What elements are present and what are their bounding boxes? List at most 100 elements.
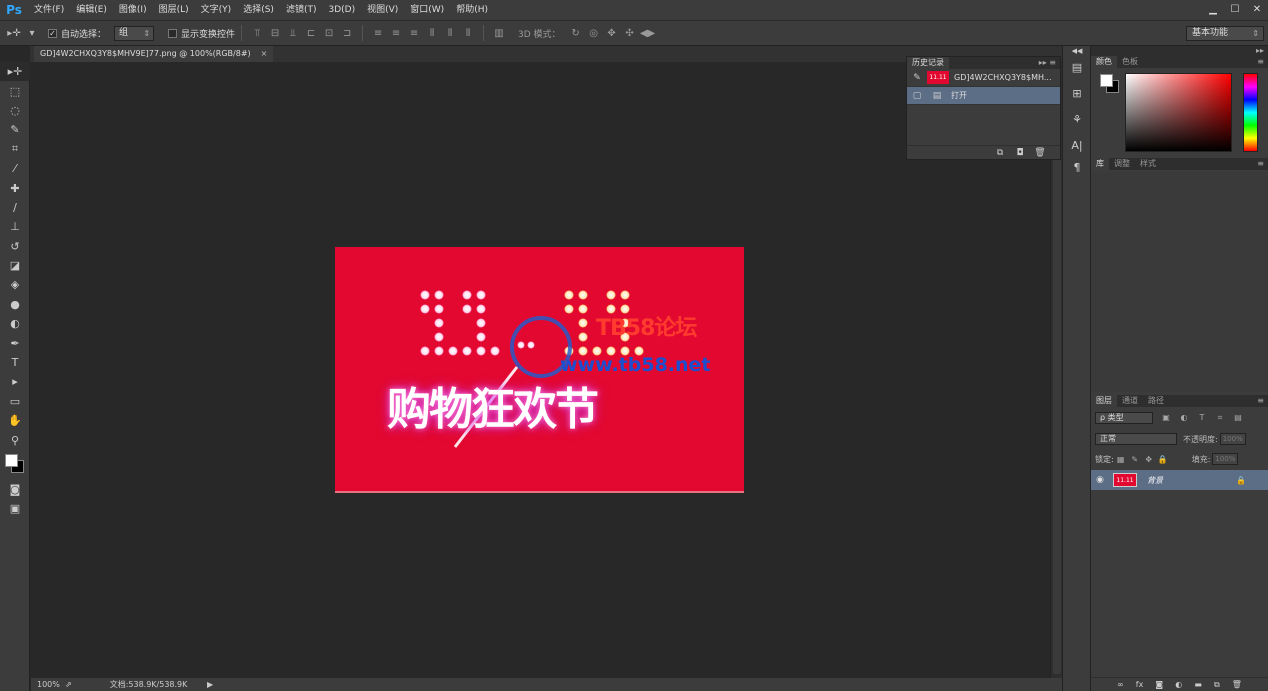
new-document-from-state-icon[interactable]: ⧉ — [990, 148, 1010, 158]
screen-mode-icon[interactable]: ▣ — [0, 499, 30, 518]
crop-tool-icon[interactable]: ⌗ — [0, 140, 30, 159]
brushes-panel-icon[interactable]: ⚘ — [1063, 108, 1091, 130]
lock-all-icon[interactable]: 🔒 — [1156, 455, 1170, 464]
tab-channels[interactable]: 通道 — [1117, 395, 1143, 407]
distribute-bottom-icon[interactable]: ≡ — [405, 25, 423, 41]
add-mask-icon[interactable]: ◙ — [1155, 680, 1163, 689]
align-vcenter-icon[interactable]: ⊟ — [266, 25, 284, 41]
panel-menu-icon[interactable]: ≡ — [1257, 158, 1264, 170]
collapse-icon[interactable]: ▸▸ — [1256, 46, 1264, 56]
3d-rotate-icon[interactable]: ↻ — [567, 25, 585, 41]
type-tool-icon[interactable]: T — [0, 353, 30, 372]
layer-name[interactable]: 背景 — [1147, 475, 1163, 486]
tab-adjustments[interactable]: 调整 — [1109, 158, 1135, 170]
lock-transparent-icon[interactable]: ▦ — [1114, 455, 1128, 464]
auto-select-target-select[interactable]: 组 — [114, 25, 155, 41]
fill-field[interactable]: 100% — [1212, 453, 1239, 465]
menu-window[interactable]: 窗口(W) — [404, 0, 450, 20]
eraser-tool-icon[interactable]: ◪ — [0, 256, 30, 275]
eyedropper-tool-icon[interactable]: ⁄ — [0, 159, 30, 178]
menu-image[interactable]: 图像(I) — [113, 0, 153, 20]
show-transform-checkbox[interactable]: 显示变换控件 — [168, 27, 235, 40]
properties-panel-icon[interactable]: ⊞ — [1063, 82, 1091, 104]
new-group-icon[interactable]: ▬ — [1194, 680, 1202, 689]
brush-tool-icon[interactable]: ∕ — [0, 198, 30, 217]
paragraph-panel-icon[interactable]: ¶ — [1063, 156, 1091, 178]
zoom-tool-icon[interactable]: ⚲ — [0, 430, 30, 449]
foreground-color-swatch[interactable] — [5, 453, 18, 467]
camera-icon[interactable]: ◘ — [1010, 148, 1030, 158]
history-panel-icon[interactable]: ▤ — [1063, 56, 1091, 78]
layer-kind-select[interactable]: ρ 类型 — [1095, 412, 1153, 424]
status-menu-arrow[interactable]: ▶ — [207, 680, 213, 689]
history-snapshot[interactable]: ✎ 11.11 GD]4W2CHXQ3Y8$MH... — [907, 69, 1060, 87]
link-layers-icon[interactable]: ∞ — [1117, 680, 1124, 689]
align-top-icon[interactable]: ⫪ — [248, 25, 266, 41]
state-checkbox[interactable]: ▢ — [911, 90, 923, 102]
align-left-icon[interactable]: ⊏ — [302, 25, 320, 41]
filter-shape-icon[interactable]: ⌗ — [1215, 413, 1225, 423]
menu-type[interactable]: 文字(Y) — [195, 0, 238, 20]
adjustment-layer-icon[interactable]: ◐ — [1175, 680, 1182, 689]
layer-row[interactable]: ◉ 11.11 背景 🔒 — [1091, 470, 1268, 490]
history-state[interactable]: ▢ ▤ 打开 — [907, 87, 1060, 105]
menu-help[interactable]: 帮助(H) — [450, 0, 494, 20]
zoom-level[interactable]: 100% — [31, 680, 65, 689]
paint-bucket-tool-icon[interactable]: ◈ — [0, 275, 30, 294]
close-window-button[interactable]: ✕ — [1246, 0, 1268, 18]
tab-layers[interactable]: 图层 — [1091, 395, 1117, 407]
share-icon[interactable]: ⇗ — [65, 680, 72, 689]
menu-filter[interactable]: 滤镜(T) — [280, 0, 323, 20]
document-tab[interactable]: GD]4W2CHXQ3Y8$MHV9E]77.png @ 100%(RGB/8#… — [34, 46, 274, 62]
3d-roll-icon[interactable]: ◎ — [585, 25, 603, 41]
distribute-top-icon[interactable]: ≡ — [369, 25, 387, 41]
clone-stamp-tool-icon[interactable]: ⊥ — [0, 217, 30, 236]
quick-mask-icon[interactable]: ◙ — [0, 480, 30, 499]
pen-tool-icon[interactable]: ✒ — [0, 333, 30, 352]
auto-select-checkbox[interactable]: ✓ 自动选择： — [48, 27, 106, 40]
3d-pan-icon[interactable]: ✥ — [603, 25, 621, 41]
3d-slide-icon[interactable]: ✣ — [621, 25, 639, 41]
hand-tool-icon[interactable]: ✋ — [0, 411, 30, 430]
filter-pixel-icon[interactable]: ▣ — [1161, 413, 1171, 423]
menu-layer[interactable]: 图层(L) — [153, 0, 195, 20]
blend-mode-select[interactable]: 正常 — [1095, 433, 1177, 445]
new-layer-icon[interactable]: ⧉ — [1214, 680, 1220, 690]
healing-brush-tool-icon[interactable]: ✚ — [0, 178, 30, 197]
color-spectrum[interactable] — [1125, 73, 1232, 152]
fx-icon[interactable]: fx — [1136, 680, 1144, 689]
close-tab-icon[interactable]: × — [261, 46, 268, 62]
history-brush-tool-icon[interactable]: ↺ — [0, 237, 30, 256]
menu-select[interactable]: 选择(S) — [237, 0, 280, 20]
tab-libraries[interactable]: 库 — [1091, 158, 1109, 170]
blur-tool-icon[interactable]: ● — [0, 295, 30, 314]
tab-color[interactable]: 颜色 — [1091, 56, 1117, 68]
menu-view[interactable]: 视图(V) — [361, 0, 404, 20]
filter-type-icon[interactable]: T — [1197, 413, 1207, 423]
lock-position-icon[interactable]: ✥ — [1142, 455, 1156, 464]
panel-menu-icon[interactable]: ▸▸ ≡ — [1039, 57, 1056, 69]
dodge-tool-icon[interactable]: ◐ — [0, 314, 30, 333]
distribute-hcenter-icon[interactable]: ⦀ — [441, 25, 459, 41]
tab-paths[interactable]: 路径 — [1143, 395, 1169, 407]
tab-swatches[interactable]: 色板 — [1117, 56, 1143, 68]
rectangle-tool-icon[interactable]: ▭ — [0, 392, 30, 411]
minimize-button[interactable]: ▁ — [1202, 0, 1224, 18]
lasso-tool-icon[interactable]: ◌ — [0, 101, 30, 120]
move-tool-icon[interactable]: ▸✛ — [0, 62, 30, 82]
history-brush-source-icon[interactable]: ✎ — [911, 72, 923, 84]
3d-scale-icon[interactable]: ◀▶ — [639, 25, 657, 41]
hue-slider[interactable] — [1243, 73, 1258, 152]
filter-adjustment-icon[interactable]: ◐ — [1179, 413, 1189, 423]
align-hcenter-icon[interactable]: ⊡ — [320, 25, 338, 41]
move-tool-preset-icon[interactable]: ▸✛ — [6, 25, 22, 41]
menu-edit[interactable]: 编辑(E) — [70, 0, 113, 20]
panel-menu-icon[interactable]: ≡ — [1257, 56, 1264, 68]
chevron-down-icon[interactable]: ▾ — [24, 25, 40, 41]
align-bottom-icon[interactable]: ⫫ — [284, 25, 302, 41]
menu-file[interactable]: 文件(F) — [28, 0, 70, 20]
opacity-field[interactable]: 100% — [1219, 433, 1246, 445]
lock-image-icon[interactable]: ✎ — [1128, 455, 1142, 464]
distribute-right-icon[interactable]: ⦀ — [459, 25, 477, 41]
distribute-left-icon[interactable]: ⦀ — [423, 25, 441, 41]
